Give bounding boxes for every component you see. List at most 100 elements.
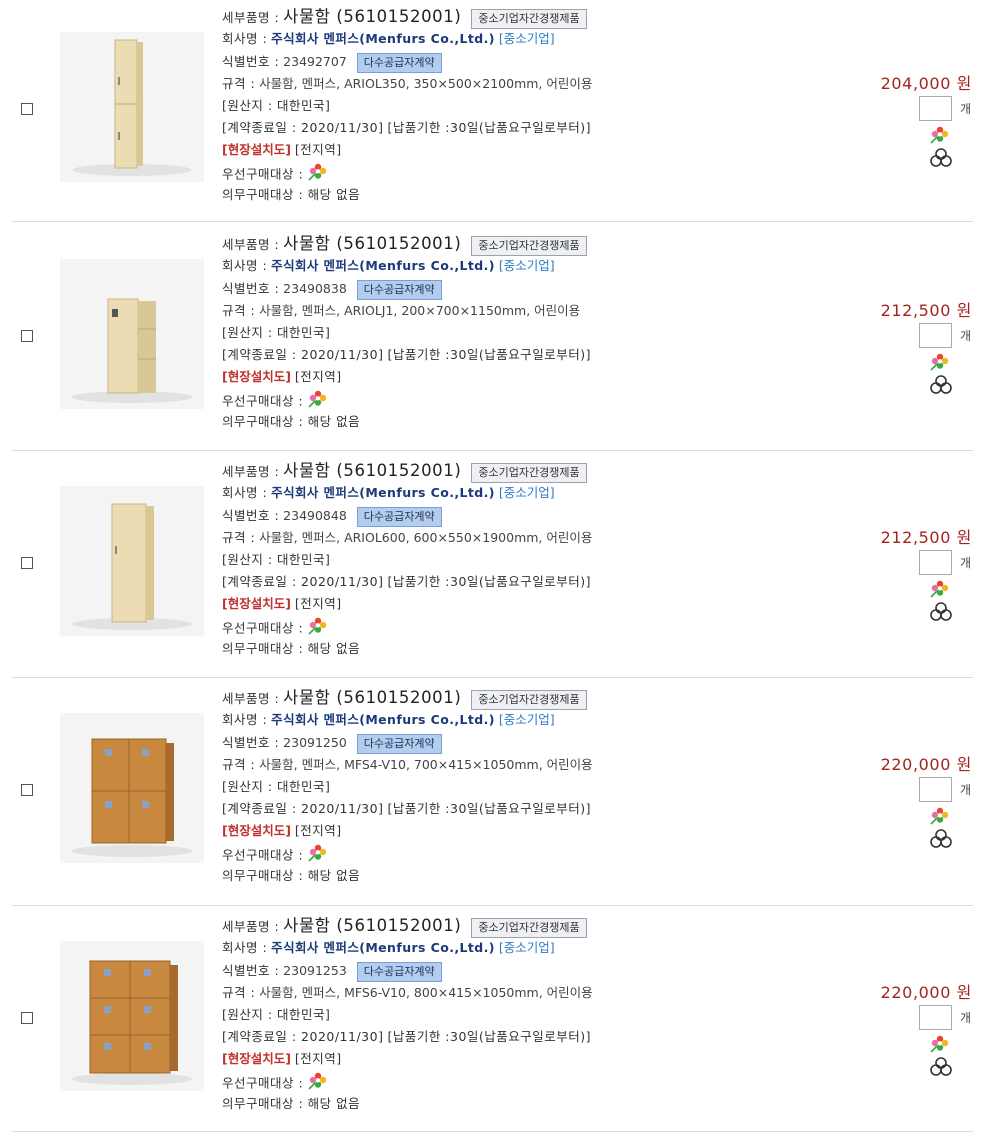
priority-label: 우선구매대상 : (222, 847, 304, 863)
product-image[interactable] (60, 32, 204, 182)
quantity-input[interactable] (919, 777, 952, 802)
rings-cert-icon (929, 1057, 953, 1081)
contract-end-text: [계약종료일 : 2020/11/30] (222, 574, 384, 589)
select-checkbox[interactable] (21, 330, 33, 342)
region-text: [전지역] (294, 1051, 342, 1066)
company-name[interactable]: 주식회사 멘퍼스(Menfurs Co.,Ltd.) (271, 712, 495, 727)
product-spec: 사물함, 멘퍼스, MFS4-V10, 700×415×1050mm, 어린이용 (259, 757, 593, 772)
priority-purchase-icon (307, 617, 329, 641)
quantity-unit: 개 (960, 556, 972, 570)
company-label: 회사명 : (222, 31, 268, 46)
priority-label: 우선구매대상 : (222, 166, 304, 182)
product-spec: 사물함, 멘퍼스, ARIOLJ1, 200×700×1150mm, 어린이용 (259, 303, 581, 318)
eco-mark-icon (929, 807, 951, 829)
product-id: 23091250 (283, 735, 347, 750)
product-name[interactable]: 사물함 (5610152001) (283, 7, 461, 26)
row-divider (12, 905, 973, 906)
product-price: 212,500 원 (880, 528, 972, 547)
select-checkbox[interactable] (21, 784, 33, 796)
mandatory-text: 의무구매대상 : 해당 없음 (222, 868, 361, 883)
company-type: [중소기업] (498, 31, 555, 46)
eco-mark-icon (929, 1035, 951, 1057)
mas-badge: 다수공급자계약 (356, 733, 442, 754)
sme-competition-badge: 중소기업자간경쟁제품 (471, 462, 587, 483)
product-spec: 사물함, 멘퍼스, ARIOL600, 600×550×1900mm, 어린이용 (259, 530, 593, 545)
priority-purchase-icon (307, 844, 329, 868)
rings-cert-icon (929, 829, 953, 853)
product-id: 23091253 (283, 963, 347, 978)
mandatory-text: 의무구매대상 : 해당 없음 (222, 1096, 361, 1111)
company-label: 회사명 : (222, 940, 268, 955)
product-price: 212,500 원 (880, 301, 972, 320)
priority-purchase-icon (307, 390, 329, 414)
sme-competition-badge: 중소기업자간경쟁제품 (471, 689, 587, 710)
sme-competition-badge: 중소기업자간경쟁제품 (471, 8, 587, 29)
priority-label: 우선구매대상 : (222, 393, 304, 409)
install-text: [현장설치도] (222, 369, 291, 384)
item-name-label: 세부품명 : (222, 919, 280, 934)
quantity-input[interactable] (919, 550, 952, 575)
mas-badge: 다수공급자계약 (356, 961, 442, 982)
contract-end-text: [계약종료일 : 2020/11/30] (222, 347, 384, 362)
product-spec: 사물함, 멘퍼스, ARIOL350, 350×500×2100mm, 어린이용 (259, 76, 593, 91)
company-name[interactable]: 주식회사 멘퍼스(Menfurs Co.,Ltd.) (271, 485, 495, 500)
item-name-label: 세부품명 : (222, 237, 280, 252)
quantity-unit: 개 (960, 102, 972, 116)
region-text: [전지역] (294, 142, 342, 157)
mas-badge: 다수공급자계약 (356, 506, 442, 527)
company-type: [중소기업] (498, 940, 555, 955)
id-label: 식별번호 : (222, 735, 280, 750)
quantity-unit: 개 (960, 783, 972, 797)
install-text: [현장설치도] (222, 596, 291, 611)
id-label: 식별번호 : (222, 963, 280, 978)
select-checkbox[interactable] (21, 103, 33, 115)
company-name[interactable]: 주식회사 멘퍼스(Menfurs Co.,Ltd.) (271, 940, 495, 955)
sme-competition-badge: 중소기업자간경쟁제품 (471, 917, 587, 938)
item-name-label: 세부품명 : (222, 10, 280, 25)
cert-icons (929, 353, 975, 394)
select-checkbox[interactable] (21, 557, 33, 569)
origin-text: [원산지 : 대한민국] (222, 779, 331, 794)
rings-cert-icon (929, 602, 953, 626)
rings-cert-icon (929, 148, 953, 172)
product-name[interactable]: 사물함 (5610152001) (283, 234, 461, 253)
region-text: [전지역] (294, 823, 342, 838)
product-name[interactable]: 사물함 (5610152001) (283, 461, 461, 480)
id-label: 식별번호 : (222, 54, 280, 69)
quantity-input[interactable] (919, 323, 952, 348)
mandatory-text: 의무구매대상 : 해당 없음 (222, 187, 361, 202)
product-image[interactable] (60, 486, 204, 636)
product-name[interactable]: 사물함 (5610152001) (283, 688, 461, 707)
spec-label: 규격 : (222, 76, 256, 91)
origin-text: [원산지 : 대한민국] (222, 552, 331, 567)
priority-label: 우선구매대상 : (222, 1075, 304, 1091)
product-row: 세부품명 : 사물함 (5610152001) 중소기업자간경쟁제품 회사명 :… (0, 0, 990, 227)
quantity-unit: 개 (960, 1011, 972, 1025)
product-image[interactable] (60, 713, 204, 863)
quantity-unit: 개 (960, 329, 972, 343)
product-image[interactable] (60, 259, 204, 409)
company-label: 회사명 : (222, 712, 268, 727)
product-price: 220,000 원 (880, 755, 972, 774)
row-divider (12, 450, 973, 451)
mandatory-text: 의무구매대상 : 해당 없음 (222, 414, 361, 429)
product-price: 220,000 원 (880, 983, 972, 1002)
product-image[interactable] (60, 941, 204, 1091)
cert-icons (929, 580, 975, 621)
product-price: 204,000 원 (880, 74, 972, 93)
eco-mark-icon (929, 580, 951, 602)
contract-end-text: [계약종료일 : 2020/11/30] (222, 1029, 384, 1044)
product-name[interactable]: 사물함 (5610152001) (283, 916, 461, 935)
region-text: [전지역] (294, 596, 342, 611)
select-checkbox[interactable] (21, 1012, 33, 1024)
company-label: 회사명 : (222, 485, 268, 500)
delivery-text: [납품기한 :30일(납품요구일로부터)] (387, 347, 592, 362)
product-row: 세부품명 : 사물함 (5610152001) 중소기업자간경쟁제품 회사명 :… (0, 681, 990, 908)
contract-end-text: [계약종료일 : 2020/11/30] (222, 801, 384, 816)
row-divider (12, 677, 973, 678)
company-name[interactable]: 주식회사 멘퍼스(Menfurs Co.,Ltd.) (271, 258, 495, 273)
quantity-input[interactable] (919, 1005, 952, 1030)
id-label: 식별번호 : (222, 281, 280, 296)
company-name[interactable]: 주식회사 멘퍼스(Menfurs Co.,Ltd.) (271, 31, 495, 46)
quantity-input[interactable] (919, 96, 952, 121)
